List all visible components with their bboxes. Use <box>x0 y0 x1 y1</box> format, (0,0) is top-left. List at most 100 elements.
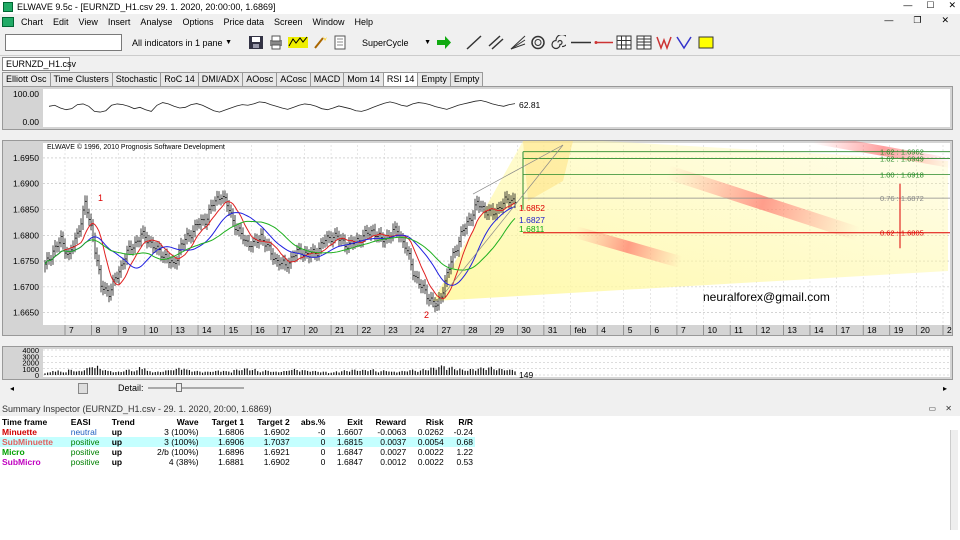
cycle-combo[interactable]: SuperCycle ▼ <box>358 34 434 51</box>
symbol-input[interactable] <box>5 34 122 51</box>
detail-slider[interactable] <box>147 383 244 392</box>
volume-panel[interactable]: 4000 3000 2000 1000 0 149 <box>2 346 953 380</box>
x-tick-label: 12 <box>761 325 771 335</box>
x-tick-label: 30 <box>521 325 531 335</box>
cell-target-1: 1.6806 <box>218 427 245 437</box>
summary-minimize-icon[interactable]: ▭ <box>928 404 936 413</box>
x-tick-label: 27 <box>441 325 451 335</box>
document-icon[interactable] <box>2 16 14 27</box>
tab-stochastic[interactable]: Stochastic <box>111 72 162 86</box>
x-tick-label: 24 <box>415 325 425 335</box>
file-tab[interactable]: EURNZD_H1.csv <box>2 57 76 71</box>
tab-empty-2[interactable]: Empty <box>449 72 484 86</box>
tab-aoosc[interactable]: AOosc <box>242 72 278 86</box>
cell-abs: 0 <box>291 437 328 447</box>
scroll-right-icon[interactable]: ▸ <box>943 384 947 393</box>
tab-acosc[interactable]: ACosc <box>276 72 311 86</box>
cell-target-2: 1.7037 <box>246 437 292 447</box>
chevron-down-icon: ▼ <box>225 39 232 46</box>
mdi-restore-icon[interactable]: ❐ <box>908 15 926 26</box>
menu-insert[interactable]: Insert <box>103 17 136 27</box>
table-row[interactable]: Micro positive up 2/b (100%) 1.6896 1.6921 0 1.… <box>0 447 475 457</box>
chart-scrollbar[interactable]: ◂ Detail: ▸ <box>2 381 953 395</box>
circle-icon[interactable] <box>530 35 546 50</box>
summary-scrollbar[interactable] <box>950 430 958 530</box>
cell-time-frame: Minuette <box>2 427 37 437</box>
copyright-label: ELWAVE © 1996, 2010 Prognosis Software D… <box>47 143 225 151</box>
menu-view[interactable]: View <box>74 17 103 27</box>
detail-slider-thumb[interactable] <box>175 383 182 392</box>
col-wave: Wave <box>176 417 199 427</box>
summary-close-icon[interactable]: ✕ <box>945 404 952 413</box>
x-tick-label: 17 <box>282 325 292 335</box>
table-row[interactable]: SubMinuette positive up 3 (100%) 1.6906 1.703… <box>0 437 475 447</box>
cell-reward: 0.0012 <box>380 457 407 467</box>
indicators-combo[interactable]: All indicators in 1 pane ▼ <box>128 34 236 51</box>
tab-empty-1[interactable]: Empty <box>417 72 451 86</box>
cell-easi: neutral <box>70 427 97 437</box>
menu-analyse[interactable]: Analyse <box>135 17 177 27</box>
grid-icon[interactable] <box>616 35 632 50</box>
table-row[interactable]: Minuette neutral up 3 (100%) 1.6806 1.6902 -0 1… <box>0 427 475 437</box>
summary-inspector: Summary Inspector (EURNZD_H1.csv - 29. 1… <box>0 404 960 540</box>
cell-target-1: 1.6906 <box>200 437 247 447</box>
highlight-rectangle-icon[interactable] <box>698 35 714 50</box>
document-view-icon[interactable] <box>332 35 348 50</box>
x-tick-label: 8 <box>96 325 101 335</box>
print-icon[interactable] <box>268 35 284 50</box>
horizontal-line-icon[interactable] <box>570 35 592 50</box>
cell-target-2: 1.6902 <box>263 427 290 437</box>
cell-risk: 0.0054 <box>408 437 446 447</box>
menu-edit[interactable]: Edit <box>48 17 74 27</box>
cell-reward: -0.0063 <box>377 427 407 437</box>
wave-pattern-icon[interactable] <box>656 35 672 50</box>
tab-roc-14[interactable]: RoC 14 <box>160 72 199 86</box>
menu-chart[interactable]: Chart <box>16 17 48 27</box>
menu-price-data[interactable]: Price data <box>218 17 269 27</box>
target-label: 0.62 : 1.6805 <box>880 229 924 238</box>
cell-exit: 1.6815 <box>327 437 365 447</box>
tab-rsi-14[interactable]: RSI 14 <box>382 72 419 86</box>
rsi-panel[interactable]: 100.00 0.00 62.81 <box>2 86 953 130</box>
wave-label-1: 1 <box>98 193 103 203</box>
rsi-last-value: 62.81 <box>519 100 541 110</box>
close-icon[interactable]: ✕ <box>948 0 956 11</box>
y-tick-label: 1.6900 <box>13 179 39 189</box>
menu-options[interactable]: Options <box>177 17 218 27</box>
tab-macd[interactable]: MACD <box>309 72 345 86</box>
cell-target-2: 1.6921 <box>263 447 290 457</box>
table-icon[interactable] <box>636 35 652 50</box>
menu-window[interactable]: Window <box>308 17 350 27</box>
save-icon[interactable] <box>248 35 264 50</box>
scroll-left-icon[interactable]: ◂ <box>10 384 14 393</box>
cell-rr: 1.22 <box>456 447 473 457</box>
tab-elliott-osc[interactable]: Elliott Osc <box>2 72 51 86</box>
mdi-close-icon[interactable]: ✕ <box>936 15 954 26</box>
ray-icon[interactable] <box>594 35 614 50</box>
fan-icon[interactable] <box>510 35 526 50</box>
mdi-minimize-icon[interactable]: — <box>879 15 898 26</box>
cell-trend: up <box>111 457 123 467</box>
col-risk: Risk <box>425 417 444 427</box>
tab-time-clusters[interactable]: Time Clusters <box>49 72 113 86</box>
scroll-thumb[interactable] <box>78 382 89 394</box>
watermark-email: neuralforex@gmail.com <box>703 290 830 304</box>
tab-dmi-adx[interactable]: DMI/ADX <box>197 72 244 86</box>
x-tick-label: 13 <box>175 325 185 335</box>
magic-wand-icon[interactable] <box>312 35 328 50</box>
channel-icon[interactable] <box>488 35 504 50</box>
zigzag-icon[interactable] <box>676 35 692 50</box>
tab-mom-14[interactable]: Mom 14 <box>343 72 384 86</box>
table-row[interactable]: SubMicro positive up 4 (38%) 1.6881 1.6902 0 1.… <box>0 457 475 467</box>
minimize-icon[interactable]: — <box>903 0 912 11</box>
maximize-icon[interactable]: ☐ <box>926 0 934 11</box>
cell-wave: 3 (100%) <box>143 437 201 447</box>
go-arrow-icon[interactable] <box>436 35 452 50</box>
spiral-icon[interactable] <box>550 35 566 50</box>
y-tick-label: 1.6950 <box>13 153 39 163</box>
price-chart-panel[interactable]: 1.62 : 1.6962 1.62 : 1.6949 1.00 : 1.6918 0… <box>2 133 957 336</box>
menu-help[interactable]: Help <box>350 17 379 27</box>
menu-screen[interactable]: Screen <box>269 17 308 27</box>
elliott-wave-icon[interactable] <box>288 35 308 50</box>
trendline-icon[interactable] <box>466 35 482 50</box>
